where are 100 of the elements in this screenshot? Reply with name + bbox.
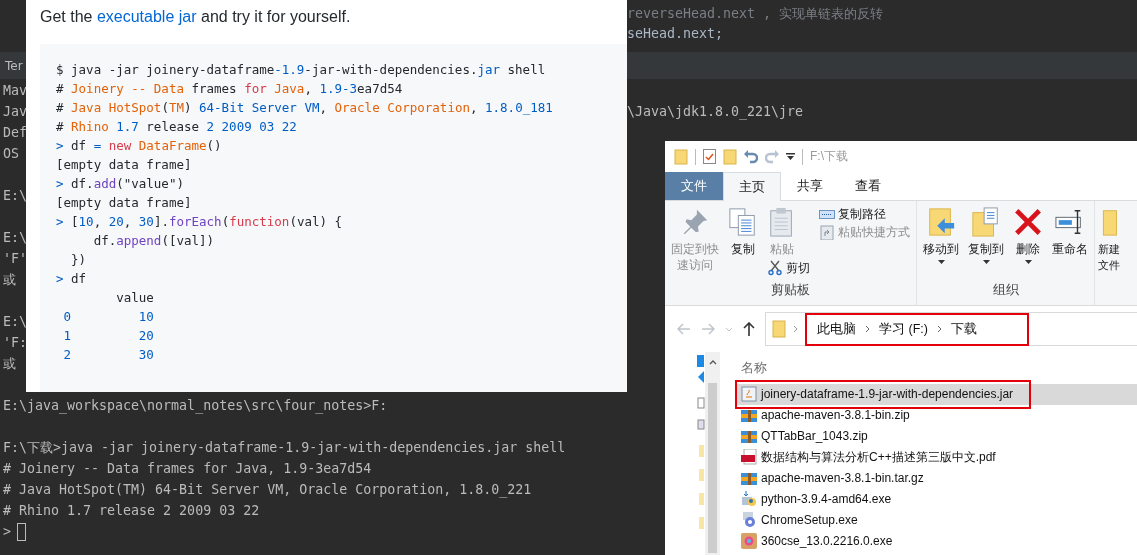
terminal-line: 'F: <box>3 334 28 352</box>
installer-icon <box>741 491 757 507</box>
code-line: seHead.next; <box>627 25 725 43</box>
archive-icon <box>741 428 757 444</box>
up-arrow-icon[interactable] <box>743 322 755 336</box>
ribbon-button[interactable]: 重命名 <box>1050 205 1090 259</box>
terminal-line: 或 <box>3 271 16 289</box>
code-line: 0 10 <box>62 308 155 326</box>
folder-icon[interactable] <box>723 148 737 165</box>
scrollbar[interactable] <box>705 352 720 555</box>
terminal-line: E:\ <box>3 313 28 331</box>
terminal-line: E:\ <box>3 229 28 247</box>
archive-icon <box>741 407 757 423</box>
code-line: [empty data frame] <box>56 194 193 212</box>
code-line: }) <box>70 251 88 269</box>
terminal-line: # Joinery -- Data frames for Java, 1.9-3ea7d54 <box>3 460 372 478</box>
back-arrow-icon[interactable] <box>677 323 691 335</box>
file-row[interactable]: QTTabBar_1043.zip <box>735 426 1137 447</box>
ribbon-button[interactable]: 删除 <box>1011 205 1045 266</box>
forward-arrow-icon[interactable] <box>701 323 715 335</box>
redo-icon[interactable] <box>765 149 779 164</box>
pdf-file-icon <box>741 449 757 465</box>
download-link[interactable]: executable jar <box>96 8 197 25</box>
terminal-line: E:\java_workspace\normal_notes\src\four_notes>F: <box>3 397 388 416</box>
code-line: 1 20 <box>62 327 155 345</box>
file-row[interactable]: 360cse_13.0.2216.0.exe <box>735 531 1137 552</box>
app-icon <box>741 533 757 549</box>
file-name: QTTabBar_1043.zip <box>761 429 868 443</box>
code-line: $ java -jar joinery-dataframe-1.9-jar-with-dependencies.jar shell <box>56 61 547 79</box>
code-line: # Joinery -- Data frames for Java, 1.9-3ea7d54 <box>56 80 404 98</box>
ribbon-tab[interactable]: 共享 <box>781 172 839 200</box>
code-line: > df = new DataFrame() <box>56 137 223 155</box>
folder-icon <box>772 320 786 338</box>
chevron-icon <box>793 325 798 333</box>
undo-icon[interactable] <box>744 149 758 164</box>
chevron-icon <box>936 325 942 333</box>
file-name: apache-maven-3.8.1-bin.tar.gz <box>761 471 924 485</box>
archive-icon <box>741 470 757 486</box>
code-line: > df <box>56 270 88 288</box>
column-header[interactable]: 名称 <box>741 359 767 377</box>
file-name: ChromeSetup.exe <box>761 513 858 527</box>
file-name: 数据结构与算法分析C++描述第三版中文.pdf <box>761 448 996 466</box>
terminal-line: 或 <box>3 355 16 373</box>
terminal-line: # Rhino 1.7 release 2 2009 03 22 <box>3 502 260 520</box>
terminal-line: OS <box>3 145 19 163</box>
file-row[interactable]: ChromeSetup.exe <box>735 510 1137 531</box>
terminal-line: Jav <box>3 103 28 121</box>
group-label: 剪贴板 <box>771 282 810 299</box>
group-label: 组织 <box>992 282 1019 299</box>
caret-icon <box>982 260 990 264</box>
copy-icon <box>728 207 758 237</box>
caret-icon <box>937 260 945 264</box>
prompt-symbol: > <box>3 523 11 541</box>
file-row[interactable]: apache-maven-3.8.1-bin.zip <box>735 405 1137 426</box>
breadcrumb[interactable]: 学习 (F:) <box>879 320 928 338</box>
terminal-line: F:\下载>java -jar joinery-dataframe-1.9-jar-with-dependencies.jar shell <box>3 439 566 457</box>
code-line: > [10, 20, 30].forEach(function(val) { <box>56 213 344 231</box>
chevron-down-icon[interactable] <box>725 326 733 332</box>
properties-icon[interactable] <box>703 149 716 164</box>
shortcut-icon <box>819 224 835 240</box>
ribbon-button[interactable]: 剪切 <box>765 259 812 277</box>
code-line: > df.add("value") <box>56 175 185 193</box>
ribbon-tab[interactable]: 查看 <box>839 172 897 200</box>
ribbon-button[interactable]: 复制 <box>726 205 760 259</box>
folder-icon[interactable] <box>674 148 688 165</box>
terminal-line: # Java HotSpot(TM) 64-Bit Server VM, Oracle Corporation, 1.8.0_221 <box>3 481 532 500</box>
address-bar[interactable]: 此电脑 学习 (F:) 下载 <box>765 312 1137 346</box>
text-cursor <box>17 522 26 541</box>
move-to-folder-icon <box>926 207 956 237</box>
file-name: 360cse_13.0.2216.0.exe <box>761 534 893 548</box>
file-row[interactable]: 数据结构与算法分析C++描述第三版中文.pdf <box>735 447 1137 468</box>
code-line: value <box>115 289 155 307</box>
file-name: python-3.9.4-amd64.exe <box>761 492 892 506</box>
code-line: # Rhino 1.7 release 2 2009 03 22 <box>56 118 298 136</box>
breadcrumb[interactable]: 此电脑 <box>817 320 856 338</box>
terminal-tab[interactable]: Ter <box>0 58 23 73</box>
java-file-icon <box>741 386 757 402</box>
code-line: # Java HotSpot(TM) 64-Bit Server VM, Oracle Corporation, 1.8.0_181 <box>56 99 554 117</box>
ribbon-tab[interactable]: 主页 <box>723 172 781 201</box>
ribbon-button[interactable]: 复制路径 <box>817 205 888 223</box>
file-row[interactable]: apache-maven-3.8.1-bin.tar.gz <box>735 468 1137 489</box>
breadcrumb[interactable]: 下载 <box>950 320 977 338</box>
code-line: reverseHead.next , 实现单链表的反转 <box>627 5 885 23</box>
caret-icon[interactable] <box>786 152 795 161</box>
file-name: apache-maven-3.8.1-bin.zip <box>761 408 910 422</box>
file-row[interactable]: python-3.9.4-amd64.exe <box>735 489 1137 510</box>
terminal-line: Def <box>3 124 28 142</box>
scroll-up-icon[interactable] <box>708 360 717 365</box>
ribbon-button[interactable]: 移动到 <box>921 205 961 266</box>
window-title: F:\下载 <box>810 148 848 165</box>
intro-text: Get the executable jar and try it for yourself. <box>40 7 352 27</box>
chevron-icon <box>865 325 870 333</box>
folder-icon <box>1101 207 1117 237</box>
terminal-line: Mav <box>3 82 28 100</box>
ribbon-button[interactable]: 复制到 <box>966 205 1006 266</box>
copy-to-folder-icon <box>971 207 1001 237</box>
ribbon-button[interactable]: 新建文件 <box>1097 205 1121 275</box>
installer-icon <box>741 512 757 528</box>
delete-icon <box>1013 207 1043 237</box>
ribbon-tab[interactable]: 文件 <box>665 172 723 200</box>
